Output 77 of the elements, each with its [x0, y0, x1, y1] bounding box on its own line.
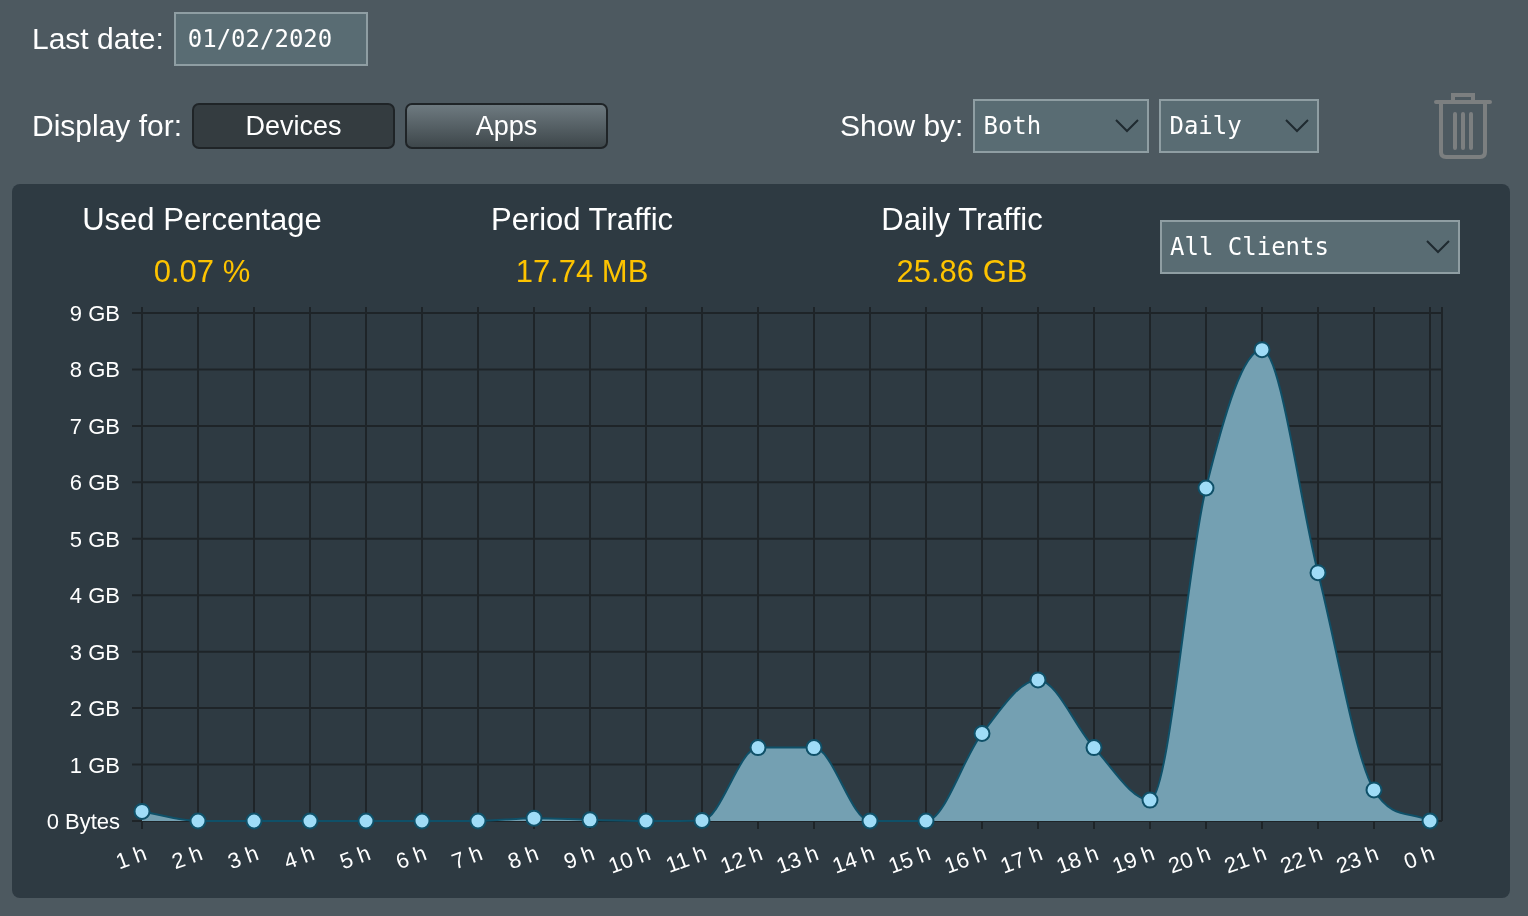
data-point	[525, 809, 543, 827]
clients-dropdown[interactable]: All Clients	[1160, 220, 1460, 274]
data-point	[1029, 671, 1047, 689]
dropdown-select[interactable]: Both	[973, 99, 1150, 153]
data-point	[805, 739, 823, 757]
trash-icon[interactable]	[1433, 92, 1494, 160]
x-axis-label: 1 h	[112, 840, 150, 875]
stat-value: 0.07 %	[153, 254, 251, 290]
data-point	[1421, 812, 1439, 830]
data-point	[133, 802, 151, 820]
data-point	[245, 812, 263, 830]
y-axis-label: 9 GB	[69, 301, 120, 326]
chevron-down-icon	[1115, 119, 1140, 133]
stat-label: Daily Traffic	[881, 202, 1043, 238]
x-axis-label: 3 h	[224, 840, 262, 875]
data-point	[301, 812, 319, 830]
y-axis-label: 5 GB	[69, 526, 120, 552]
data-point	[749, 739, 767, 757]
data-point	[1365, 781, 1383, 799]
x-axis-label: 17 h	[996, 840, 1046, 879]
y-axis-label: 4 GB	[69, 583, 120, 609]
display-toggle-button[interactable]: Apps	[405, 103, 609, 149]
data-point	[1085, 739, 1103, 757]
data-point	[693, 811, 711, 829]
x-axis-label: 4 h	[280, 840, 318, 875]
display-toggle-button[interactable]: Devices	[192, 103, 396, 149]
date-input-field[interactable]: 01/02/2020	[173, 12, 368, 66]
x-axis-label: 2 h	[168, 840, 206, 875]
data-point	[581, 811, 599, 829]
data-point	[917, 812, 935, 830]
dropdown-select[interactable]: Daily	[1159, 99, 1320, 153]
stat-value: 25.86 GB	[896, 254, 1028, 290]
data-point	[413, 812, 431, 830]
data-point	[357, 812, 375, 830]
x-axis-label: 12 h	[716, 840, 766, 879]
y-axis-label: 1 GB	[69, 752, 120, 778]
data-point	[973, 725, 991, 742]
x-axis-label: 13 h	[772, 840, 822, 879]
y-axis-label: 0 Bytes	[46, 809, 120, 834]
x-axis-label: 23 h	[1332, 840, 1382, 879]
x-axis-label: 9 h	[560, 840, 598, 875]
y-axis-label: 7 GB	[69, 413, 120, 439]
x-axis-label: 10 h	[604, 840, 654, 879]
data-point	[1141, 791, 1159, 809]
y-axis-label: 3 GB	[69, 639, 120, 665]
last-date-label: Last date:	[32, 22, 164, 56]
x-axis-label: 6 h	[392, 840, 430, 875]
x-axis-label: 22 h	[1276, 840, 1326, 879]
y-axis-label: 8 GB	[69, 357, 120, 383]
x-axis-label: 20 h	[1164, 840, 1214, 879]
show-by-label: Show by:	[840, 109, 964, 143]
x-axis-label: 0 h	[1400, 840, 1438, 875]
y-axis-label: 6 GB	[69, 470, 120, 496]
stat-value: 17.74 MB	[515, 254, 649, 290]
display-for-label: Display for:	[32, 109, 183, 143]
x-axis-label: 5 h	[336, 840, 374, 875]
data-point	[861, 812, 879, 830]
x-axis-label: 18 h	[1052, 840, 1102, 879]
data-point	[469, 812, 487, 830]
x-axis-label: 21 h	[1220, 840, 1270, 879]
data-point	[189, 812, 207, 830]
x-axis-label: 7 h	[448, 840, 486, 875]
data-point	[1197, 479, 1215, 497]
chevron-down-icon	[1426, 240, 1450, 254]
x-axis-label: 8 h	[504, 840, 542, 875]
chevron-down-icon	[1285, 119, 1310, 133]
x-axis-label: 15 h	[884, 840, 934, 879]
x-axis-label: 16 h	[940, 840, 990, 879]
x-axis-label: 19 h	[1108, 840, 1158, 879]
y-axis-label: 2 GB	[69, 696, 120, 722]
data-point	[1253, 341, 1271, 359]
data-point	[1309, 564, 1327, 582]
data-point	[637, 812, 655, 830]
stat-label: Used Percentage	[82, 202, 322, 238]
x-axis-label: 11 h	[662, 840, 710, 878]
stat-label: Period Traffic	[490, 202, 674, 238]
x-axis-label: 14 h	[828, 840, 878, 879]
